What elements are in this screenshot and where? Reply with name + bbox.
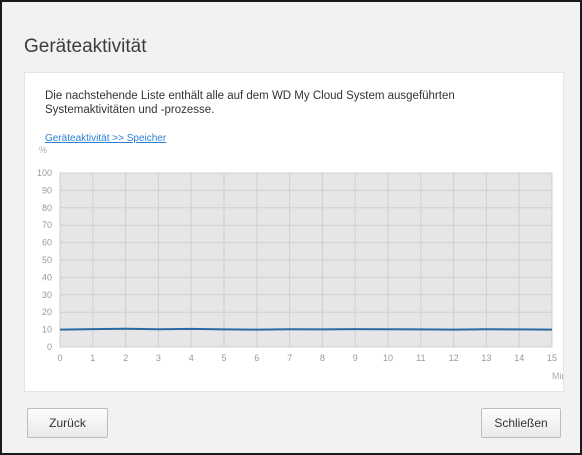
y-tick-label: 50 bbox=[42, 255, 52, 265]
x-tick-label: 10 bbox=[383, 353, 393, 363]
y-tick-label: 40 bbox=[42, 272, 52, 282]
close-button[interactable]: Schließen bbox=[481, 408, 561, 438]
back-button[interactable]: Zurück bbox=[27, 408, 108, 438]
y-tick-label: 0 bbox=[47, 342, 52, 352]
y-tick-label: 100 bbox=[37, 168, 52, 178]
y-tick-label: 80 bbox=[42, 203, 52, 213]
x-tick-label: 9 bbox=[353, 353, 358, 363]
x-tick-label: 15 bbox=[547, 353, 557, 363]
x-tick-label: 14 bbox=[514, 353, 524, 363]
memory-series-line bbox=[59, 327, 553, 331]
y-tick-label: 60 bbox=[42, 238, 52, 248]
x-tick-label: 2 bbox=[123, 353, 128, 363]
x-tick-label: 3 bbox=[156, 353, 161, 363]
device-activity-dialog: Geräteaktivität Die nachstehende Liste e… bbox=[0, 0, 582, 455]
y-axis-ticks: 0 10 20 30 40 50 60 70 80 90 100 bbox=[37, 168, 52, 352]
x-unit-label: Mins bbox=[552, 371, 563, 381]
y-tick-label: 70 bbox=[42, 220, 52, 230]
x-tick-label: 13 bbox=[481, 353, 491, 363]
x-tick-label: 4 bbox=[189, 353, 194, 363]
dialog-title: Geräteaktivität bbox=[24, 36, 147, 57]
y-tick-label: 90 bbox=[42, 185, 52, 195]
y-tick-label: 30 bbox=[42, 290, 52, 300]
y-unit-label: % bbox=[39, 145, 47, 155]
x-tick-label: 0 bbox=[57, 353, 62, 363]
x-axis-ticks: 0 1 2 3 4 5 6 7 8 9 10 11 12 13 14 15 bbox=[57, 353, 557, 363]
y-tick-label: 10 bbox=[42, 325, 52, 335]
x-tick-label: 6 bbox=[254, 353, 259, 363]
x-tick-label: 12 bbox=[449, 353, 459, 363]
x-tick-label: 8 bbox=[320, 353, 325, 363]
memory-usage-chart: % 0102030405060708090100 0 1 2 3 4 5 6 7 8 9 10 11 1… bbox=[37, 145, 563, 381]
x-tick-label: 11 bbox=[416, 353, 425, 363]
activity-panel: Die nachstehende Liste enthält alle auf … bbox=[24, 72, 564, 392]
x-tick-label: 5 bbox=[221, 353, 226, 363]
y-tick-label: 20 bbox=[42, 307, 52, 317]
x-tick-label: 1 bbox=[90, 353, 95, 363]
x-tick-label: 7 bbox=[287, 353, 292, 363]
